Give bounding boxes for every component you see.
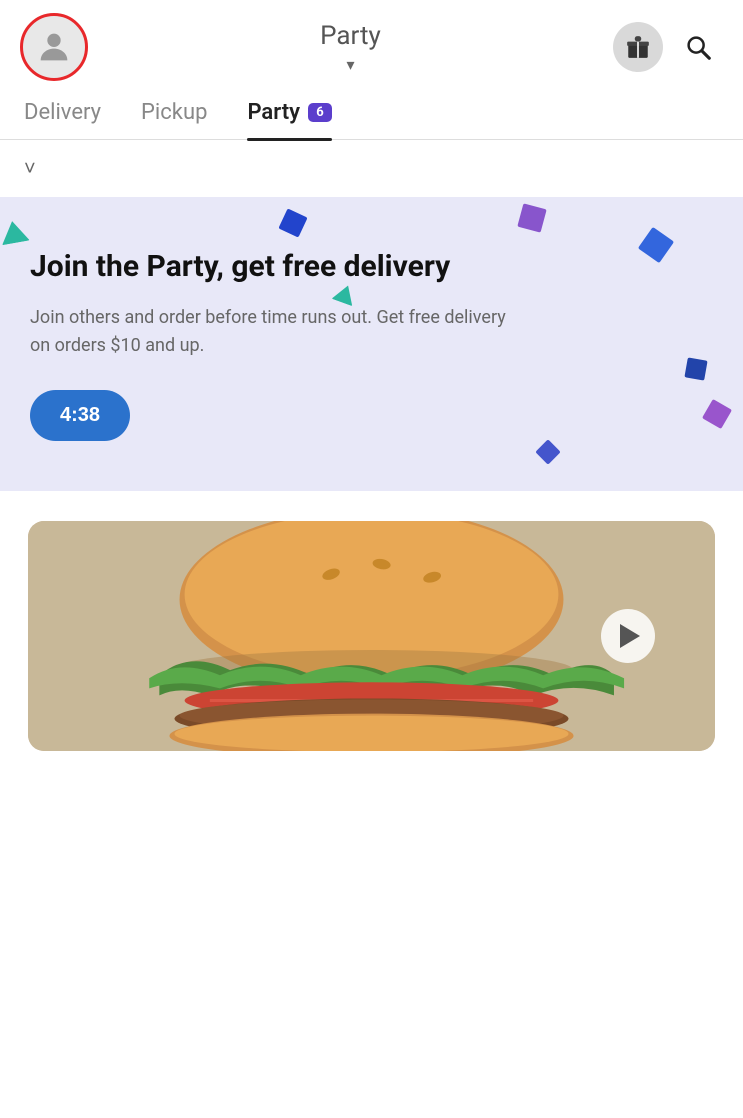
confetti-blue-square-1 [279,208,308,237]
header-title: Party [320,21,381,51]
party-banner: Join the Party, get free delivery Join o… [0,197,743,491]
avatar[interactable] [20,13,88,81]
search-icon [683,32,713,62]
search-button[interactable] [673,22,723,72]
sub-header-filter[interactable]: ˅ [0,140,743,197]
confetti-purple-square-2 [702,399,732,429]
sub-header-chevron-icon: ˅ [24,156,36,181]
app-header: Party ▾ [0,0,743,80]
confetti-blue-square-4 [536,440,561,465]
user-icon [34,27,74,67]
timer-button[interactable]: 4:38 [30,390,130,441]
food-section [0,491,743,751]
play-icon [620,624,640,648]
tabs-bar: Delivery Pickup Party 6 [0,100,743,140]
banner-title: Join the Party, get free delivery [30,247,713,286]
confetti-purple-square-1 [517,203,546,232]
tabs-list: Delivery Pickup Party 6 [24,100,719,139]
confetti-blue-square-3 [684,357,707,380]
gift-icon [625,34,651,60]
tab-party[interactable]: Party 6 [247,100,332,139]
tab-pickup[interactable]: Pickup [141,100,207,139]
play-button[interactable] [601,609,655,663]
header-title-group: Party ▾ [88,21,613,74]
tab-delivery[interactable]: Delivery [24,100,101,139]
rewards-button[interactable] [613,22,663,72]
header-chevron-icon[interactable]: ▾ [346,55,354,74]
food-image-card[interactable] [28,521,715,751]
header-actions [613,22,723,72]
party-tab-badge: 6 [308,103,332,122]
banner-description: Join others and order before time runs o… [30,304,530,360]
confetti-teal-triangle-1 [0,218,30,245]
